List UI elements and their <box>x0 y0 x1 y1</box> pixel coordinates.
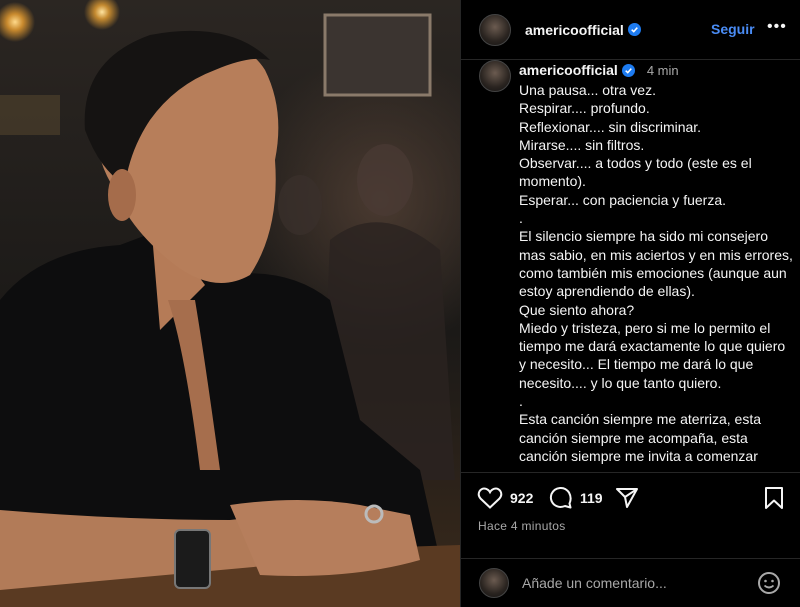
heart-icon <box>477 487 503 509</box>
bookmark-icon <box>765 487 783 509</box>
caption-line: Miedo y tristeza, pero si me lo permito … <box>519 319 786 391</box>
share-button[interactable] <box>615 486 639 510</box>
post-actions: 922 119 Hace 4 minutos <box>461 472 800 558</box>
caption-avatar[interactable] <box>479 60 511 92</box>
caption-line: Reflexionar.... sin discriminar. <box>519 118 702 135</box>
caption-text: Una pausa... otra vez. Respirar.... prof… <box>519 81 794 465</box>
caption-line: Esta canción siempre me aterriza, esta c… <box>519 411 761 464</box>
emoji-icon[interactable] <box>757 571 781 595</box>
caption-section: americoofficial 4 min Una pausa... otra v… <box>461 60 800 472</box>
like-button[interactable]: 922 <box>477 486 533 510</box>
caption-line: Esperar... con paciencia y fuerza. <box>519 191 726 208</box>
post-header: americoofficial Seguir ••• <box>461 0 800 60</box>
author-avatar[interactable] <box>479 13 511 46</box>
caption-line: Observar.... a todos y todo (este es el … <box>519 155 752 190</box>
post-timestamp[interactable]: Hace 4 minutos <box>478 519 566 533</box>
comment-button[interactable]: 119 <box>549 486 603 510</box>
portrait-illustration <box>0 13 460 607</box>
verified-badge-icon <box>621 64 635 77</box>
save-button[interactable] <box>764 486 784 510</box>
caption-line: El silencio siempre ha sido mi consejero… <box>519 228 793 300</box>
caption-line: Respirar.... profundo. <box>519 100 650 117</box>
caption-line: Una pausa... otra vez. <box>519 82 656 98</box>
caption-line: Mirarse.... sin filtros. <box>519 136 645 153</box>
comment-count: 119 <box>580 490 603 506</box>
post-photo[interactable] <box>0 0 460 607</box>
verified-badge-icon <box>627 23 641 36</box>
share-icon <box>616 488 638 508</box>
caption-header: americoofficial 4 min <box>519 62 679 80</box>
more-options-icon[interactable]: ••• <box>767 18 787 36</box>
comment-icon <box>549 486 572 509</box>
author-username[interactable]: americoofficial <box>525 22 624 38</box>
viewer-avatar <box>479 568 509 598</box>
comment-input[interactable]: Añade un comentario... <box>522 575 757 591</box>
caption-line: . <box>519 393 523 410</box>
caption-line: Que siento ahora? <box>519 301 635 318</box>
caption-username[interactable]: americoofficial <box>519 62 618 78</box>
caption-line: . <box>519 210 523 227</box>
follow-button[interactable]: Seguir <box>711 21 755 37</box>
comment-bar: Añade un comentario... <box>461 558 800 607</box>
caption-time[interactable]: 4 min <box>647 63 679 78</box>
like-count: 922 <box>510 490 534 506</box>
post-panel: americoofficial Seguir ••• americooffici… <box>460 0 800 607</box>
